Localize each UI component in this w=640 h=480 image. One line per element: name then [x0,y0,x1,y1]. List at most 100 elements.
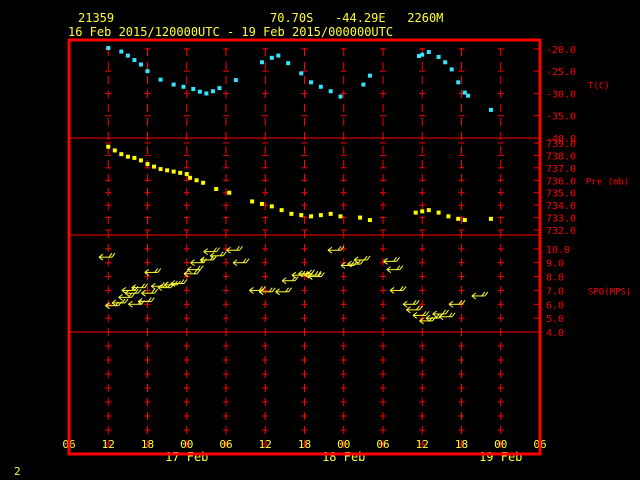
temperature-point [488,107,493,112]
pressure-point [289,211,294,216]
pressure-point [309,214,314,219]
pressure-point [132,155,137,160]
panel-label-wind_speed: SPD(MPS) [588,287,631,297]
wind-barb [258,287,276,296]
pressure-point [299,213,304,218]
pressure-point [194,178,199,183]
pressure-point [145,162,150,167]
pressure-point [158,167,163,172]
temperature-point [436,54,441,59]
x-tick-label: 06 [219,438,232,451]
temperature-point [132,58,137,63]
wind-barb [448,299,466,308]
x-tick-label: 18 [455,438,468,451]
pressure-point [436,210,441,215]
y-tick-label: 5.0 [546,314,564,325]
y-tick-label: 738.0 [546,151,576,162]
wind-barb [232,258,250,267]
pressure-point [259,201,264,206]
wind-barb [183,269,201,278]
pressure-point [279,208,284,213]
y-tick-label: -20.0 [546,45,576,56]
temperature-point [145,69,150,74]
pressure-point [269,204,274,209]
y-tick-label: 4.0 [546,328,564,339]
wind-barb [275,287,293,296]
temperature-point [443,60,448,65]
temperature-point [171,82,176,87]
pressure-point [112,148,117,153]
wind-barb [111,298,129,307]
pressure-point [367,218,372,223]
temperature-point [158,77,163,82]
temperature-point [426,50,431,55]
pressure-point [106,144,111,149]
y-tick-label: 734.0 [546,201,576,212]
temperature-point [125,53,130,58]
temperature-point [318,84,323,89]
pressure-point [446,214,451,219]
wind-barb [389,286,407,294]
temperature-point [361,82,366,87]
y-tick-label: 732.0 [546,226,576,237]
temperature-point [210,89,215,94]
pressure-point [462,218,467,223]
wind-barb [249,286,266,294]
x-tick-label: 18 [298,438,311,451]
y-tick-label: -35.0 [546,112,576,123]
y-tick-label: 739.0 [546,139,576,150]
temperature-point [456,80,461,85]
pressure-point [328,211,333,216]
pressure-point [227,190,232,195]
temperature-point [217,86,222,91]
wind-barb [327,245,345,254]
panel-label-pressure: Pre (mb) [586,177,629,187]
pressure-point [426,208,431,213]
temperature-point [181,84,186,89]
temperature-point [138,62,143,67]
wind-barb [471,291,489,300]
temperature-point [276,53,281,58]
pressure-point [178,170,183,175]
temperature-point [233,78,238,83]
wind-barb [98,252,116,261]
temperature-point [106,46,111,51]
temperature-point [259,60,264,65]
x-tick-label: 12 [102,438,115,451]
temperature-point [191,87,196,91]
pressure-point [488,216,493,221]
y-tick-label: 6.0 [546,300,564,311]
y-tick-label: 736.0 [546,176,576,187]
pressure-point [318,213,323,218]
y-tick-label: 9.0 [546,259,564,270]
pressure-point [125,154,130,159]
data-marks [98,46,493,325]
pressure-point [152,164,157,169]
temperature-point [286,61,291,66]
wind-barb [209,251,227,260]
wind-barb [402,299,420,308]
date-label: 18 Feb [322,450,365,464]
wind-barb [131,283,149,292]
y-tick-label: 735.0 [546,189,576,200]
date-label: 17 Feb [165,450,208,464]
temperature-point [299,71,304,76]
pressure-point [413,210,418,215]
pressure-point [171,169,176,174]
wind-barb [144,268,162,276]
pressure-point [214,186,219,191]
panel-label-temperature: T(C) [588,82,610,92]
wind-barb [137,297,155,305]
date-label: 19 Feb [479,450,522,464]
wind-barb [203,247,221,256]
temperature-point [269,55,274,60]
x-tick-label: 18 [141,438,154,451]
wind-barb [200,255,217,264]
x-tick-label: 12 [416,438,429,451]
temperature-point [328,89,333,94]
wind-barb [226,245,243,254]
temperature-point [466,93,471,98]
y-tick-label: -30.0 [546,89,576,100]
pressure-point [201,180,206,185]
pressure-point [358,215,363,220]
